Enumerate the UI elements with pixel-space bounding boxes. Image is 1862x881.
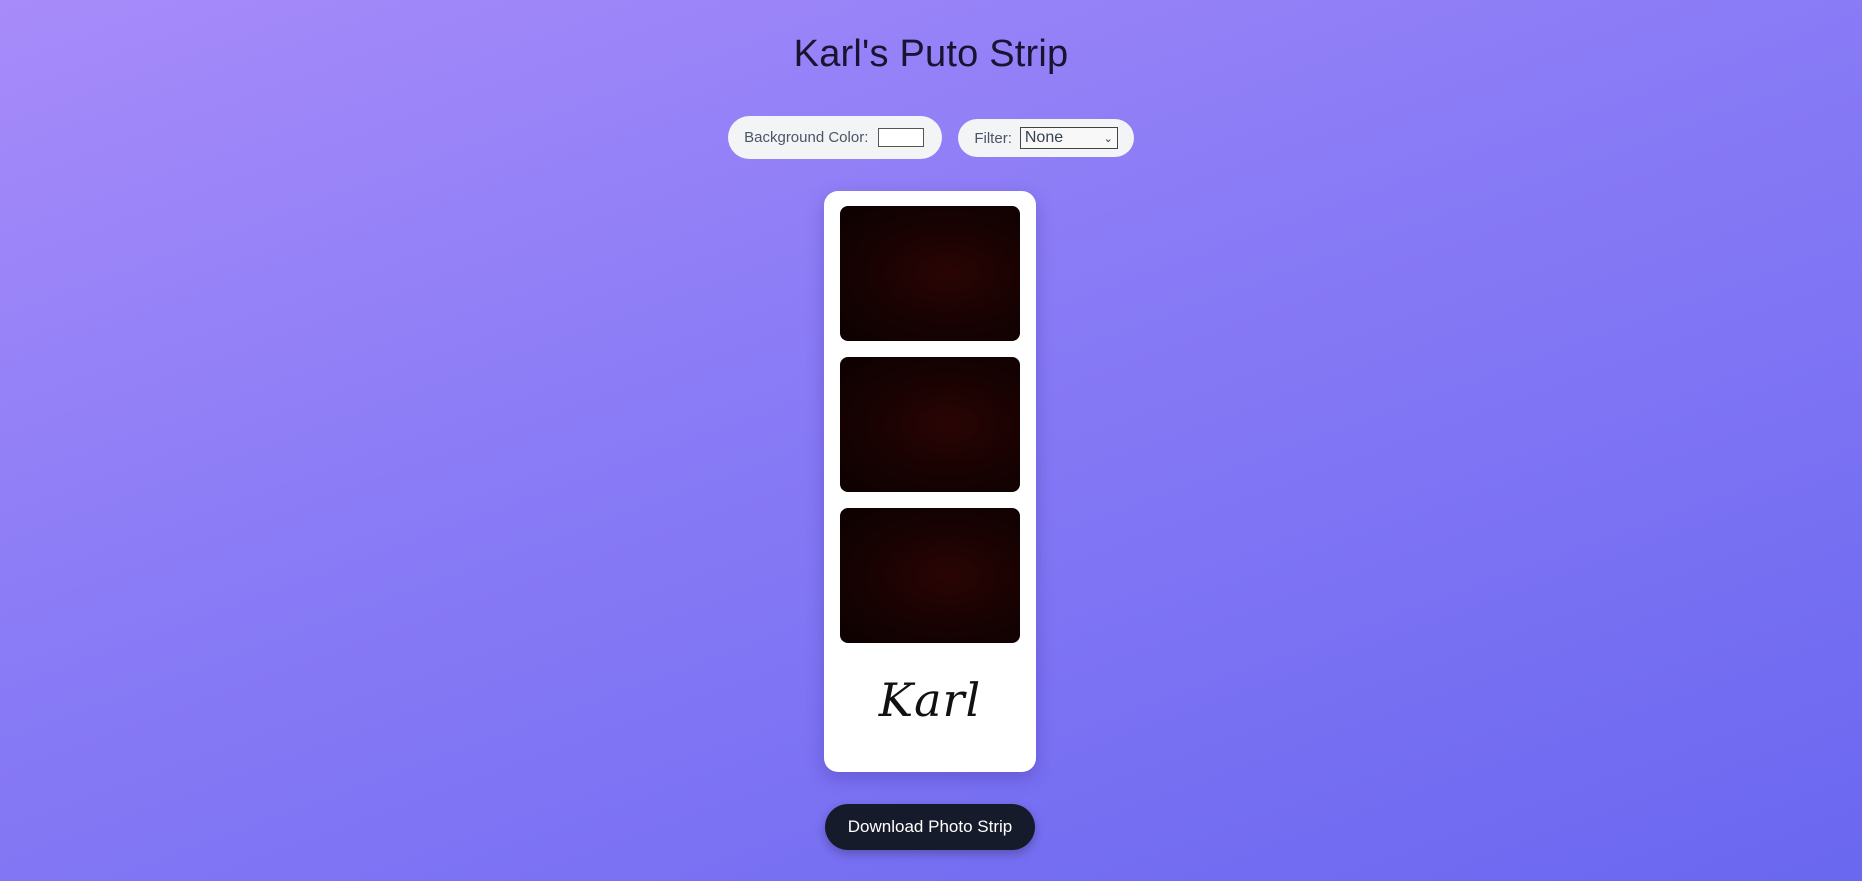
- filter-selected-value: None: [1024, 129, 1064, 146]
- page-title: Karl's Puto Strip: [793, 33, 1069, 75]
- filter-select[interactable]: None ⌄: [1019, 127, 1118, 149]
- background-color-label: Background Color:: [744, 129, 869, 146]
- filter-control: Filter: None ⌄: [958, 119, 1134, 157]
- photo-frame-1: [840, 206, 1020, 341]
- download-photo-strip-button[interactable]: Download Photo Strip: [825, 804, 1035, 850]
- photo-frame-2: [840, 357, 1020, 492]
- background-color-control: Background Color:: [728, 116, 943, 159]
- chevron-down-icon: ⌄: [1103, 132, 1113, 145]
- photo-strip: Karl: [824, 191, 1036, 772]
- filter-label: Filter:: [974, 129, 1012, 147]
- photo-frame-3: [840, 508, 1020, 643]
- background-color-picker[interactable]: [878, 128, 925, 147]
- controls-bar: Background Color: Filter: None ⌄: [0, 116, 1862, 159]
- strip-signature: Karl: [878, 673, 982, 727]
